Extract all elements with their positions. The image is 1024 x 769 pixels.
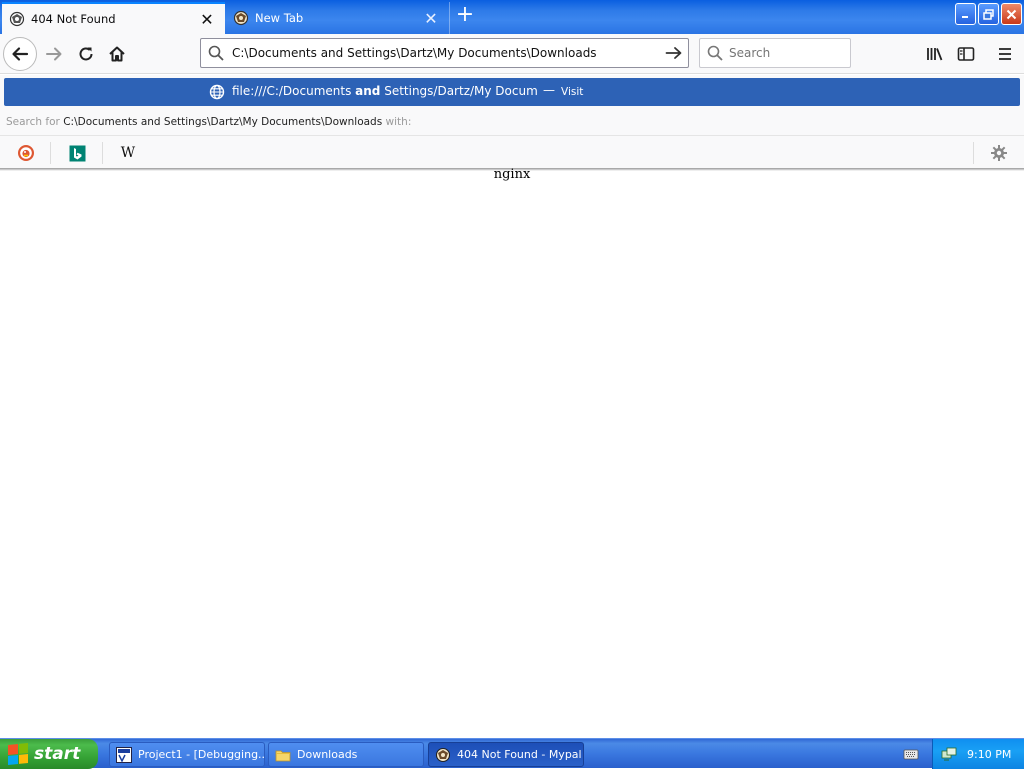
tab-strip: 404 Not Found ✕ New Tab ✕ + xyxy=(0,0,1024,34)
search-input[interactable] xyxy=(723,46,879,60)
globe-icon xyxy=(209,84,225,103)
restore-icon[interactable] xyxy=(978,3,999,25)
mypal-icon xyxy=(233,10,249,26)
autocomplete-popup: file:///C:/Documents and Settings/Dartz/… xyxy=(0,75,1024,170)
search-for-term: C:\Documents and Settings\Dartz\My Docum… xyxy=(63,116,383,128)
search-settings-gear-icon[interactable] xyxy=(987,141,1011,165)
mypal-icon xyxy=(9,11,25,27)
search-icon xyxy=(707,45,723,61)
engine-divider xyxy=(102,142,103,164)
taskbar-item-mypal[interactable]: 404 Not Found - Mypal xyxy=(428,742,584,767)
suggestion-action-label: Visit xyxy=(561,86,584,98)
taskbar-item-downloads[interactable]: Downloads xyxy=(268,742,424,767)
engine-divider xyxy=(973,142,974,164)
search-icon xyxy=(208,45,228,61)
reload-button[interactable] xyxy=(69,37,103,71)
page-content: nginx xyxy=(0,167,1024,738)
close-window-icon[interactable] xyxy=(1001,3,1022,25)
sidebar-toggle-button[interactable] xyxy=(949,37,983,71)
back-button[interactable] xyxy=(3,37,37,71)
window-controls xyxy=(955,3,1022,25)
engine-divider xyxy=(50,142,51,164)
library-icon xyxy=(927,48,943,61)
close-tab-icon[interactable]: ✕ xyxy=(197,9,217,29)
taskbar-item-label: 404 Not Found - Mypal xyxy=(457,748,582,761)
suggestion-url-prefix: file:///C:/Documents xyxy=(232,84,356,98)
search-for-suffix: with: xyxy=(385,116,412,128)
mypal-icon xyxy=(435,747,451,762)
taskbar-item-project1[interactable]: Project1 - [Debugging... xyxy=(109,742,265,767)
tab-new-tab[interactable]: New Tab ✕ xyxy=(226,2,450,34)
forward-button[interactable] xyxy=(37,37,71,71)
go-arrow-icon[interactable] xyxy=(660,45,688,61)
start-button[interactable]: start xyxy=(0,739,98,769)
minimize-icon[interactable] xyxy=(955,3,976,25)
bing-icon[interactable] xyxy=(65,141,89,165)
suggestion-url: file:///C:/Documents and Settings/Dartz/… xyxy=(232,84,537,98)
clock[interactable]: 9:10 PM xyxy=(967,748,1011,761)
suggestion-url-match: and xyxy=(355,84,381,98)
back-arrow-icon xyxy=(12,47,29,61)
new-tab-button[interactable]: + xyxy=(453,4,477,28)
close-tab-icon[interactable]: ✕ xyxy=(421,8,441,28)
network-icon[interactable] xyxy=(941,746,957,762)
duckduckgo-icon[interactable] xyxy=(14,141,38,165)
tab-404-not-found[interactable]: 404 Not Found ✕ xyxy=(2,2,225,34)
url-bar[interactable] xyxy=(200,38,689,68)
hamburger-menu-icon xyxy=(999,48,1011,60)
tab-title: New Tab xyxy=(255,11,304,25)
suggestion-url-suffix: Settings/Dartz/My Documents/Downloads xyxy=(384,84,537,98)
forward-arrow-icon xyxy=(46,47,62,61)
windows-taskbar: start Project1 - [Debugging... Downloads… xyxy=(0,738,1024,769)
navigation-toolbar xyxy=(0,34,1024,74)
library-button[interactable] xyxy=(918,37,952,71)
visual-basic-icon xyxy=(116,746,132,763)
reload-icon xyxy=(79,47,93,61)
taskbar-item-label: Project1 - [Debugging... xyxy=(138,748,265,761)
search-for-prefix: Search for xyxy=(6,116,60,128)
windows-logo-icon xyxy=(8,742,28,766)
taskbar-item-label: Downloads xyxy=(297,748,358,761)
folder-icon xyxy=(275,750,291,761)
start-label: start xyxy=(34,744,81,764)
search-bar[interactable] xyxy=(699,38,879,68)
suggestion-row-visit[interactable]: file:///C:/Documents and Settings/Dartz/… xyxy=(4,78,1020,106)
system-tray: 9:10 PM xyxy=(932,739,1024,769)
one-off-search-engines: W xyxy=(0,135,1024,168)
server-signature: nginx xyxy=(493,167,531,182)
tab-title: 404 Not Found xyxy=(31,12,116,26)
menu-button[interactable] xyxy=(988,37,1022,71)
home-icon xyxy=(109,46,125,62)
suggestion-separator: — xyxy=(543,83,555,97)
url-input[interactable] xyxy=(228,42,660,64)
sidebar-icon xyxy=(957,47,975,61)
search-for-label: Search for C:\Documents and Settings\Dar… xyxy=(6,116,411,128)
home-button[interactable] xyxy=(100,37,134,71)
wikipedia-icon[interactable]: W xyxy=(116,141,140,165)
wikipedia-glyph: W xyxy=(120,145,136,161)
keyboard-icon[interactable] xyxy=(903,746,919,762)
